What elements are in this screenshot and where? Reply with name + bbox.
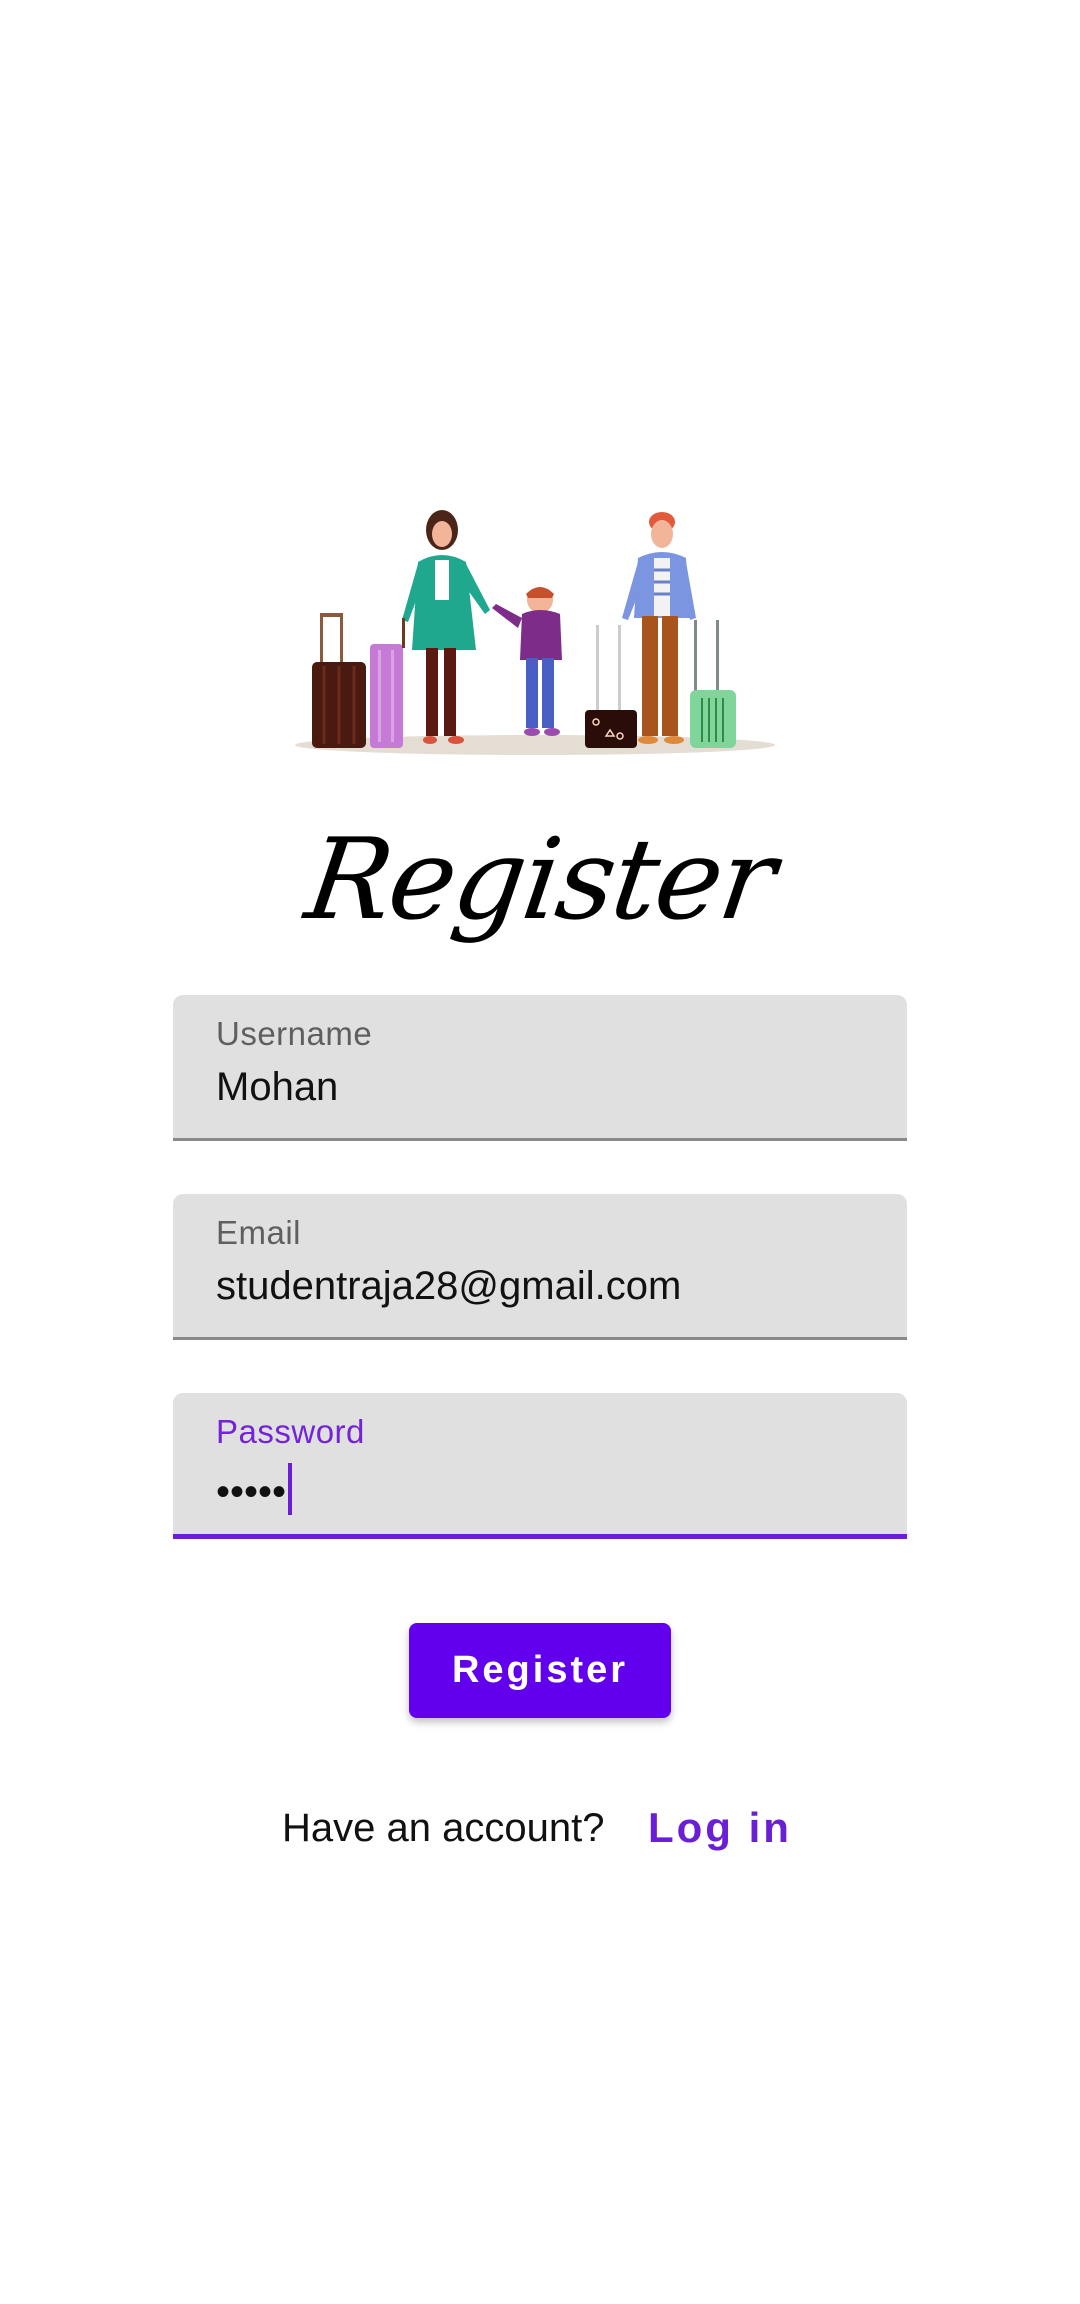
page-title: Register <box>298 815 782 945</box>
suitcase-green-icon <box>690 620 736 748</box>
password-field[interactable]: Password ••••• <box>173 1393 907 1539</box>
password-masked-value: ••••• <box>216 1470 287 1514</box>
family-travel-illustration <box>295 510 775 755</box>
username-field[interactable]: Username Mohan <box>173 995 907 1141</box>
suitcase-brown-icon <box>312 613 366 748</box>
username-label: Username <box>216 1015 373 1052</box>
register-button[interactable]: Register <box>409 1623 671 1718</box>
password-input[interactable]: ••••• <box>216 1463 293 1515</box>
password-label: Password <box>216 1413 365 1450</box>
login-link[interactable]: Log in <box>648 1804 792 1852</box>
woman-figure-icon <box>402 510 490 744</box>
have-account-text: Have an account? <box>282 1806 605 1850</box>
text-cursor <box>288 1463 293 1515</box>
man-figure-icon <box>622 512 696 744</box>
email-field[interactable]: Email studentraja28@gmail.com <box>173 1194 907 1340</box>
email-label: Email <box>216 1214 302 1251</box>
login-prompt-row: Have an account? Log in <box>0 1800 1080 1870</box>
username-input[interactable]: Mohan <box>216 1065 338 1110</box>
child-figure-icon <box>492 587 562 736</box>
suitcase-patterned-icon <box>585 625 637 748</box>
suitcase-purple-icon <box>370 644 403 748</box>
email-input[interactable]: studentraja28@gmail.com <box>216 1264 681 1309</box>
